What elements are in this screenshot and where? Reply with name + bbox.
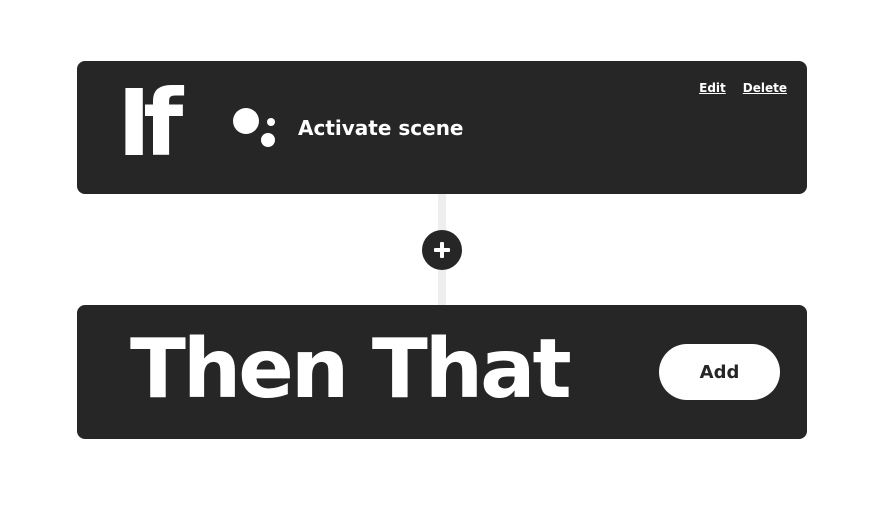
add-button[interactable]: Add: [659, 344, 780, 400]
trigger-actions: Edit Delete: [699, 81, 787, 95]
if-keyword: If: [117, 70, 183, 177]
google-assistant-icon: [233, 108, 275, 147]
trigger-label: Activate scene: [298, 116, 464, 140]
delete-link[interactable]: Delete: [743, 81, 787, 95]
plus-icon[interactable]: [422, 230, 462, 270]
if-trigger-card: If Activate scene Edit Delete: [77, 61, 807, 194]
edit-link[interactable]: Edit: [699, 81, 726, 95]
then-that-keyword: Then That: [130, 322, 572, 417]
then-action-card: Then That Add: [77, 305, 807, 439]
